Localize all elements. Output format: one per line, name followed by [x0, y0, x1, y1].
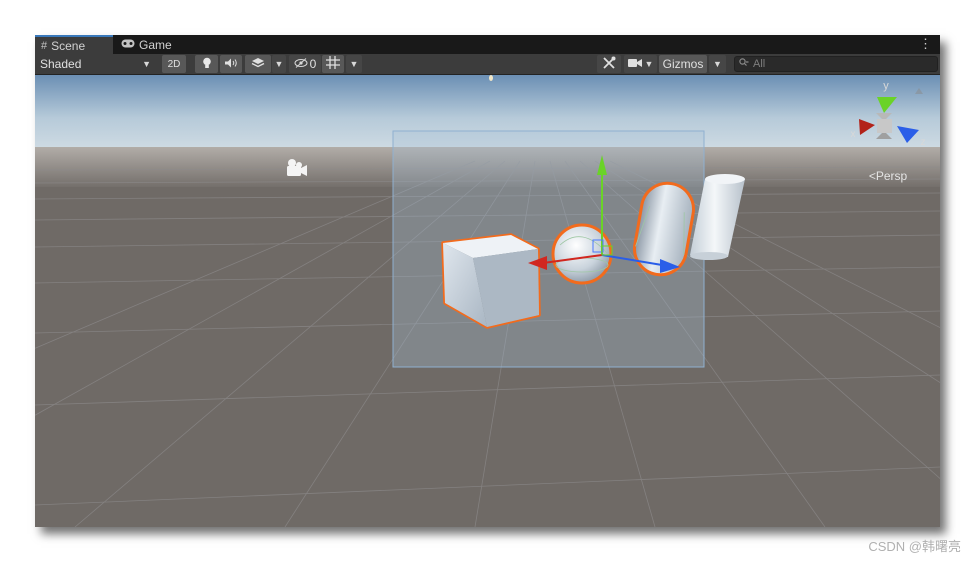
watermark: CSDN @韩曙亮 [868, 539, 961, 554]
video-camera-icon [627, 57, 642, 71]
tools-icon [602, 56, 616, 73]
scene-window: # Scene Game ⋮ Shaded ▼ 2D ▼ 0 ▼ ▼ Gizmo… [35, 35, 940, 527]
chevron-down-icon: ▼ [274, 59, 284, 69]
scene-toolbar: Shaded ▼ 2D ▼ 0 ▼ ▼ Gizmos ▼ All [35, 54, 940, 75]
gizmo-z-label: z [921, 137, 926, 148]
chevron-down-icon: ▼ [644, 59, 654, 69]
chevron-down-icon: ▼ [713, 59, 722, 69]
layers-icon [251, 57, 265, 72]
tab-game-label: Game [139, 37, 172, 52]
hidden-objects-button[interactable]: 0 [289, 55, 321, 73]
search-field[interactable]: All [734, 56, 938, 72]
chevron-down-icon: ▼ [349, 59, 359, 69]
search-placeholder: All [753, 58, 766, 70]
tab-scene[interactable]: # Scene [35, 35, 113, 54]
projection-label: <Persp [869, 169, 908, 183]
persp-chevron-icon: < [869, 169, 876, 183]
gamepad-icon [121, 39, 135, 51]
scene-viewport[interactable]: y x z <Persp [35, 75, 940, 527]
tools-button[interactable] [597, 55, 621, 73]
lightbulb-icon [202, 57, 212, 72]
grid-dropdown-button[interactable]: ▼ [346, 55, 362, 73]
gizmo-x-label: x [851, 129, 856, 140]
directional-light-marker[interactable] [489, 75, 493, 81]
search-icon [739, 58, 749, 70]
2d-toggle-button[interactable]: 2D [162, 55, 186, 73]
gizmos-dropdown-button[interactable]: ▼ [709, 55, 726, 73]
grid-snap-icon [326, 56, 340, 72]
grid-icon: # [41, 39, 48, 52]
shading-mode-label: Shaded [40, 57, 82, 71]
2d-label: 2D [167, 58, 181, 70]
tab-scene-label: Scene [51, 38, 86, 53]
grid-toggle-button[interactable] [322, 55, 344, 73]
projection-toggle[interactable]: <Persp [869, 169, 908, 183]
gizmo-center-cube [877, 119, 892, 133]
gizmos-label: Gizmos [662, 57, 704, 71]
more-options-icon[interactable]: ⋮ [919, 37, 932, 51]
chevron-down-icon: ▼ [142, 59, 151, 69]
scene-canvas[interactable]: y x z <Persp [35, 75, 940, 527]
tab-bar: # Scene Game ⋮ [35, 35, 940, 54]
speaker-icon [224, 57, 238, 71]
shading-mode-dropdown[interactable]: Shaded ▼ [37, 55, 155, 73]
lighting-toggle-button[interactable] [195, 55, 218, 73]
effects-toggle-button[interactable] [245, 55, 271, 73]
effects-dropdown-button[interactable]: ▼ [272, 55, 286, 73]
eye-slash-icon [294, 57, 308, 71]
tab-game[interactable]: Game [115, 35, 185, 54]
gizmos-button[interactable]: Gizmos [659, 55, 707, 73]
audio-toggle-button[interactable] [220, 55, 242, 73]
gizmo-y-label: y [883, 80, 889, 92]
camera-settings-button[interactable]: ▼ [624, 55, 657, 73]
hidden-count: 0 [309, 57, 317, 71]
